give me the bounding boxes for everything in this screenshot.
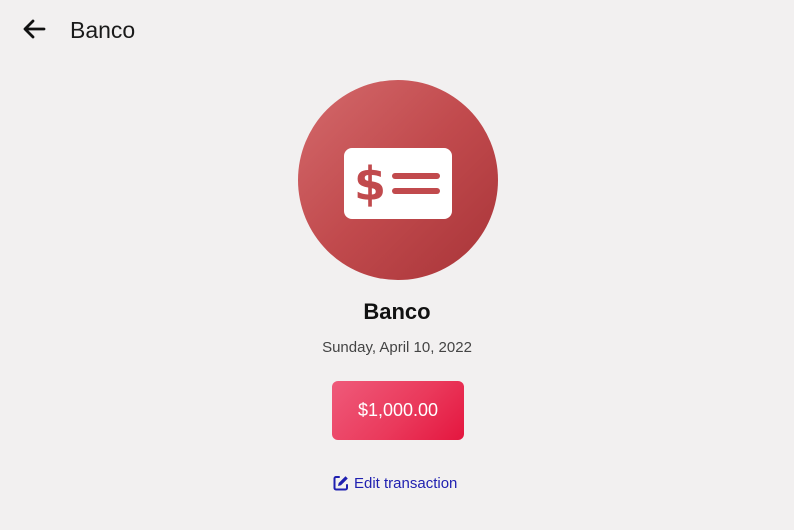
- transaction-name: Banco: [363, 299, 431, 324]
- transaction-avatar: $: [298, 80, 498, 280]
- amount-badge: $1,000.00: [332, 381, 464, 440]
- page-title: Banco: [70, 17, 136, 43]
- money-check-dollar-icon: $: [344, 148, 452, 219]
- back-button[interactable]: [18, 14, 50, 44]
- header: Banco: [0, 0, 794, 60]
- transaction-detail-page: Banco $ Banco Sunday, April 10, 2022 $1,…: [0, 0, 794, 530]
- edit-transaction-label: Edit transaction: [354, 474, 458, 492]
- transaction-date: Sunday, April 10, 2022: [322, 339, 472, 356]
- edit-transaction-link[interactable]: Edit transaction: [333, 472, 457, 494]
- edit-icon: [333, 476, 348, 491]
- amount-value: $1,000.00: [357, 400, 439, 420]
- arrow-left-icon: [23, 19, 46, 39]
- svg-text:$: $: [354, 157, 386, 211]
